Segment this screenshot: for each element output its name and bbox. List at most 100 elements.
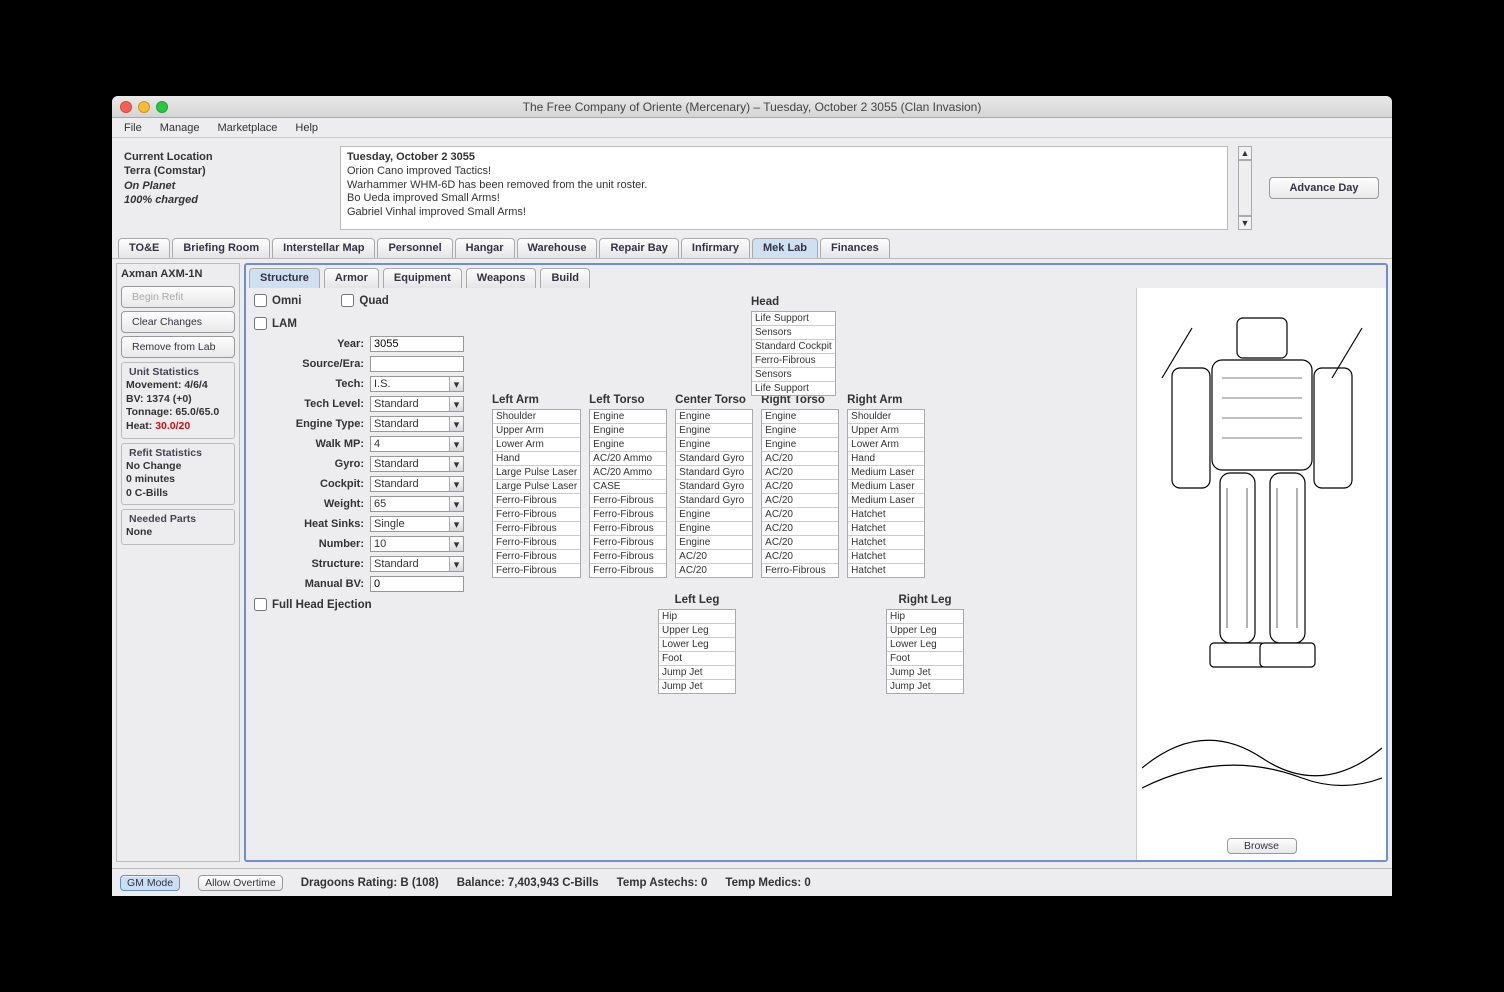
scroll-up-icon[interactable]: ▲ <box>1238 146 1252 160</box>
gm-mode-button[interactable]: GM Mode <box>120 875 180 891</box>
crit-slot[interactable]: Ferro-Fibrous <box>590 494 666 508</box>
crit-slot[interactable]: Engine <box>676 410 752 424</box>
crit-slot[interactable]: AC/20 <box>762 550 838 564</box>
menu-file[interactable]: File <box>116 120 150 136</box>
crit-slot[interactable]: Large Pulse Laser <box>493 466 580 480</box>
menu-marketplace[interactable]: Marketplace <box>210 120 286 136</box>
tab-meklab[interactable]: Mek Lab <box>752 238 818 258</box>
crit-slot[interactable]: Shoulder <box>493 410 580 424</box>
subtab-weapons[interactable]: Weapons <box>466 268 537 288</box>
crit-slot[interactable]: Engine <box>676 522 752 536</box>
crit-slot[interactable]: Life Support <box>752 382 835 395</box>
crit-slot[interactable]: Hatchet <box>848 550 924 564</box>
crit-slot[interactable]: Engine <box>676 438 752 452</box>
crit-slot[interactable]: Hip <box>887 610 963 624</box>
crit-slot[interactable]: Large Pulse Laser <box>493 480 580 494</box>
advance-day-button[interactable]: Advance Day <box>1269 177 1379 199</box>
crit-slot[interactable]: Medium Laser <box>848 494 924 508</box>
crit-slot[interactable]: AC/20 Ammo <box>590 466 666 480</box>
crit-slot[interactable]: AC/20 <box>762 536 838 550</box>
crit-slot[interactable]: Engine <box>676 536 752 550</box>
crit-slot[interactable]: Hatchet <box>848 536 924 550</box>
tab-interstellar[interactable]: Interstellar Map <box>272 238 375 258</box>
crit-slot[interactable]: Upper Arm <box>493 424 580 438</box>
crit-slot[interactable]: AC/20 <box>676 550 752 564</box>
crit-slot[interactable]: Medium Laser <box>848 466 924 480</box>
crit-slot[interactable]: Engine <box>590 410 666 424</box>
tech-select[interactable]: I.S.▾ <box>370 376 464 392</box>
crit-slot[interactable]: Engine <box>762 410 838 424</box>
browse-button[interactable]: Browse <box>1227 838 1297 854</box>
clear-changes-button[interactable]: Clear Changes <box>121 311 235 333</box>
engine-select[interactable]: Standard▾ <box>370 416 464 432</box>
crit-slot[interactable]: Standard Cockpit <box>752 340 835 354</box>
crit-slot[interactable]: AC/20 <box>762 480 838 494</box>
source-input[interactable] <box>370 356 464 372</box>
crit-slot[interactable]: Ferro-Fibrous <box>493 536 580 550</box>
crit-slot[interactable]: Engine <box>590 438 666 452</box>
crit-slot[interactable]: Jump Jet <box>659 666 735 680</box>
crit-slot[interactable]: Ferro-Fibrous <box>493 508 580 522</box>
crit-slot[interactable]: Ferro-Fibrous <box>590 564 666 577</box>
tab-toe[interactable]: TO&E <box>118 238 170 258</box>
crit-slot[interactable]: Life Support <box>752 312 835 326</box>
scroll-down-icon[interactable]: ▼ <box>1238 216 1252 230</box>
tab-hangar[interactable]: Hangar <box>455 238 515 258</box>
crit-slot[interactable]: Hand <box>493 452 580 466</box>
crit-slot[interactable]: Ferro-Fibrous <box>762 564 838 577</box>
crit-slot[interactable]: Ferro-Fibrous <box>752 354 835 368</box>
techlevel-select[interactable]: Standard▾ <box>370 396 464 412</box>
allow-overtime-button[interactable]: Allow Overtime <box>198 875 283 891</box>
tab-infirmary[interactable]: Infirmary <box>681 238 750 258</box>
crit-slot[interactable]: Sensors <box>752 368 835 382</box>
crit-slot[interactable]: Jump Jet <box>887 666 963 680</box>
crit-slot[interactable]: AC/20 <box>762 522 838 536</box>
tab-repair[interactable]: Repair Bay <box>599 238 678 258</box>
crit-slot[interactable]: Jump Jet <box>887 680 963 693</box>
crit-slot[interactable]: AC/20 Ammo <box>590 452 666 466</box>
crit-slot[interactable]: Engine <box>762 424 838 438</box>
heatsinks-select[interactable]: Single▾ <box>370 516 464 532</box>
crit-slot[interactable]: Hip <box>659 610 735 624</box>
crit-slot[interactable]: Upper Arm <box>848 424 924 438</box>
log-scrollbar[interactable]: ▲ ▼ <box>1238 146 1254 230</box>
crit-slot[interactable]: Engine <box>676 508 752 522</box>
crit-slot[interactable]: Ferro-Fibrous <box>493 494 580 508</box>
hs-number-select[interactable]: 10▾ <box>370 536 464 552</box>
crit-slot[interactable]: Upper Leg <box>659 624 735 638</box>
crit-slot[interactable]: AC/20 <box>676 564 752 577</box>
crit-slot[interactable]: Foot <box>659 652 735 666</box>
lam-checkbox[interactable] <box>254 317 267 330</box>
crit-slot[interactable]: Ferro-Fibrous <box>493 522 580 536</box>
crit-slot[interactable]: Lower Leg <box>659 638 735 652</box>
gyro-select[interactable]: Standard▾ <box>370 456 464 472</box>
crit-slot[interactable]: AC/20 <box>762 466 838 480</box>
crit-slot[interactable]: Standard Gyro <box>676 480 752 494</box>
crit-slot[interactable]: Shoulder <box>848 410 924 424</box>
menu-help[interactable]: Help <box>287 120 326 136</box>
scroll-track[interactable] <box>1238 160 1252 216</box>
crit-slot[interactable]: Ferro-Fibrous <box>590 508 666 522</box>
subtab-equipment[interactable]: Equipment <box>383 268 462 288</box>
crit-slot[interactable]: Lower Arm <box>493 438 580 452</box>
cockpit-select[interactable]: Standard▾ <box>370 476 464 492</box>
tab-personnel[interactable]: Personnel <box>377 238 452 258</box>
walkmp-select[interactable]: 4▾ <box>370 436 464 452</box>
remove-from-lab-button[interactable]: Remove from Lab <box>121 336 235 358</box>
crit-slot[interactable]: Foot <box>887 652 963 666</box>
crit-slot[interactable]: Standard Gyro <box>676 494 752 508</box>
weight-select[interactable]: 65▾ <box>370 496 464 512</box>
manualbv-input[interactable] <box>370 576 464 592</box>
tab-finances[interactable]: Finances <box>820 238 890 258</box>
crit-slot[interactable]: AC/20 <box>762 494 838 508</box>
crit-slot[interactable]: Hatchet <box>848 522 924 536</box>
crit-slot[interactable]: Hand <box>848 452 924 466</box>
fullhead-checkbox[interactable] <box>254 598 267 611</box>
begin-refit-button[interactable]: Begin Refit <box>121 286 235 308</box>
menu-manage[interactable]: Manage <box>152 120 208 136</box>
subtab-armor[interactable]: Armor <box>324 268 379 288</box>
structure-select[interactable]: Standard▾ <box>370 556 464 572</box>
crit-slot[interactable]: Standard Gyro <box>676 466 752 480</box>
quad-checkbox[interactable] <box>341 294 354 307</box>
subtab-structure[interactable]: Structure <box>249 268 320 288</box>
